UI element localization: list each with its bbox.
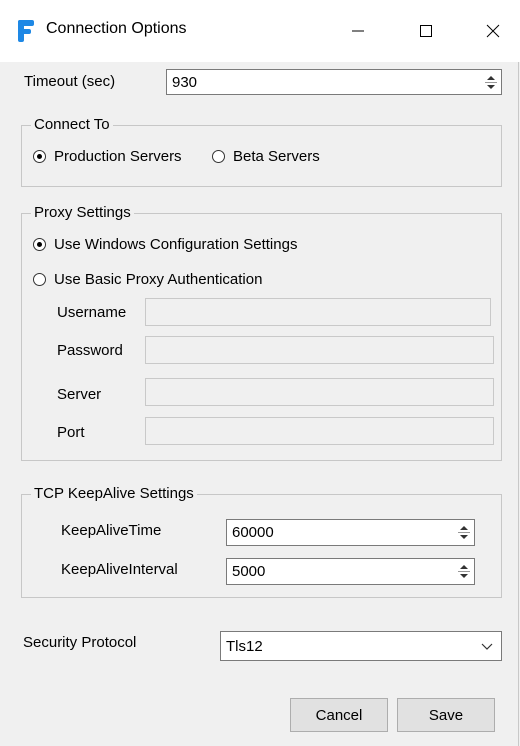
keepalive-interval-spin-icon[interactable] xyxy=(456,561,472,582)
radio-basic-proxy-auth[interactable]: Use Basic Proxy Authentication xyxy=(33,271,262,288)
security-protocol-select[interactable]: Tls12 xyxy=(220,631,502,661)
connect-to-legend: Connect To xyxy=(31,116,113,133)
password-label: Password xyxy=(57,342,123,359)
proxy-settings-legend: Proxy Settings xyxy=(31,204,134,221)
radio-label: Beta Servers xyxy=(233,148,320,165)
radio-beta-servers[interactable]: Beta Servers xyxy=(212,148,320,165)
radio-windows-config[interactable]: Use Windows Configuration Settings xyxy=(33,236,297,253)
maximize-icon xyxy=(420,25,432,37)
close-button[interactable] xyxy=(470,14,516,48)
radio-unselected-icon xyxy=(212,150,225,163)
keepalive-time-stepper[interactable]: 60000 xyxy=(226,519,475,546)
title-bar: Connection Options xyxy=(0,0,520,62)
cancel-button[interactable]: Cancel xyxy=(290,698,388,732)
server-label: Server xyxy=(57,386,102,403)
radio-label: Use Basic Proxy Authentication xyxy=(54,271,263,288)
port-field[interactable] xyxy=(145,417,494,445)
maximize-button[interactable] xyxy=(403,14,449,48)
security-protocol-value: Tls12 xyxy=(226,637,263,655)
keepalive-interval-value: 5000 xyxy=(232,563,266,580)
timeout-label: Timeout (sec) xyxy=(24,73,116,90)
app-logo-icon xyxy=(18,20,34,42)
radio-selected-icon xyxy=(33,238,46,251)
keepalive-time-value: 60000 xyxy=(232,524,274,541)
radio-label: Use Windows Configuration Settings xyxy=(54,236,298,253)
radio-unselected-icon xyxy=(33,273,46,286)
timeout-value: 930 xyxy=(172,73,198,91)
minimize-button[interactable] xyxy=(335,14,381,48)
radio-production-servers[interactable]: Production Servers xyxy=(33,148,182,165)
close-icon xyxy=(486,24,500,38)
username-field[interactable] xyxy=(145,298,491,326)
port-label: Port xyxy=(57,424,85,441)
timeout-spin-icon[interactable] xyxy=(483,72,499,92)
keepalive-interval-stepper[interactable]: 5000 xyxy=(226,558,475,585)
keepalive-time-label: KeepAliveTime xyxy=(61,522,162,539)
keepalive-legend: TCP KeepAlive Settings xyxy=(31,485,197,502)
window-title: Connection Options xyxy=(46,20,187,37)
save-button[interactable]: Save xyxy=(397,698,495,732)
password-field[interactable] xyxy=(145,336,494,364)
keepalive-interval-label: KeepAliveInterval xyxy=(61,561,178,578)
security-protocol-label: Security Protocol xyxy=(23,634,137,651)
timeout-stepper[interactable]: 930 xyxy=(166,69,502,95)
username-label: Username xyxy=(57,304,127,321)
radio-label: Production Servers xyxy=(54,148,182,165)
keepalive-time-spin-icon[interactable] xyxy=(456,522,472,543)
server-field[interactable] xyxy=(145,378,494,406)
chevron-down-icon xyxy=(481,643,493,650)
radio-selected-icon xyxy=(33,150,46,163)
minimize-icon xyxy=(352,30,364,32)
